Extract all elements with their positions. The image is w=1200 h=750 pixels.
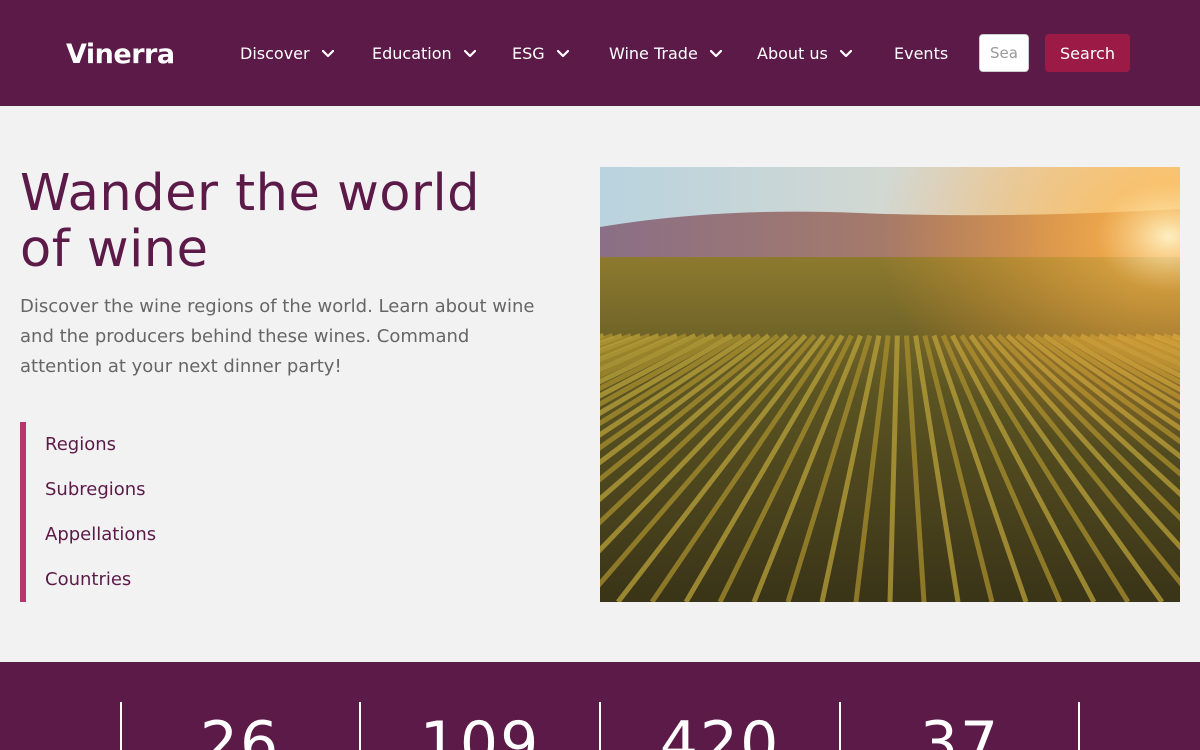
nav-esg[interactable]: ESG	[512, 41, 571, 65]
nav-discover[interactable]: Discover	[240, 41, 336, 65]
nav-education[interactable]: Education	[372, 41, 478, 65]
nav-about-us[interactable]: About us	[757, 41, 854, 65]
stat-number: 109	[419, 709, 541, 750]
top-navbar: Vinerra Discover Education ESG Wine Trad…	[0, 0, 1200, 106]
link-subregions[interactable]: Subregions	[45, 476, 146, 502]
search-input[interactable]	[979, 34, 1029, 72]
link-appellations[interactable]: Appellations	[45, 521, 156, 547]
chevron-down-icon	[463, 49, 476, 58]
vinerra-logo[interactable]: Vinerra	[66, 38, 175, 70]
nav-label: Events	[894, 43, 949, 63]
vineyard-sunset-photo	[600, 167, 1180, 602]
hero-description: Discover the wine regions of the world. …	[20, 296, 535, 377]
nav-label: Education	[372, 43, 452, 63]
stats-bar: 26 109 420 37	[0, 662, 1200, 750]
stat-number: 420	[659, 709, 781, 750]
link-countries[interactable]: Countries	[45, 566, 131, 592]
chevron-down-icon	[839, 49, 852, 58]
search-button[interactable]: Search	[1045, 34, 1130, 72]
chevron-down-icon	[709, 49, 722, 58]
stat-number: 37	[919, 709, 1001, 750]
chevron-down-icon	[321, 49, 334, 58]
link-regions[interactable]: Regions	[45, 431, 116, 457]
nav-label: Discover	[240, 43, 310, 63]
vineyard-image	[600, 167, 1180, 602]
nav-label: About us	[757, 43, 828, 63]
stat-number: 26	[199, 709, 281, 750]
nav-label: Wine Trade	[609, 43, 698, 63]
region-links: Regions Subregions Appellations Countrie…	[20, 422, 280, 602]
nav-events[interactable]: Events	[894, 41, 948, 65]
nav-wine-trade[interactable]: Wine Trade	[609, 41, 724, 65]
chevron-down-icon	[556, 49, 569, 58]
nav-label: ESG	[512, 43, 545, 63]
hero-title: Wander the world of wine	[20, 164, 481, 279]
